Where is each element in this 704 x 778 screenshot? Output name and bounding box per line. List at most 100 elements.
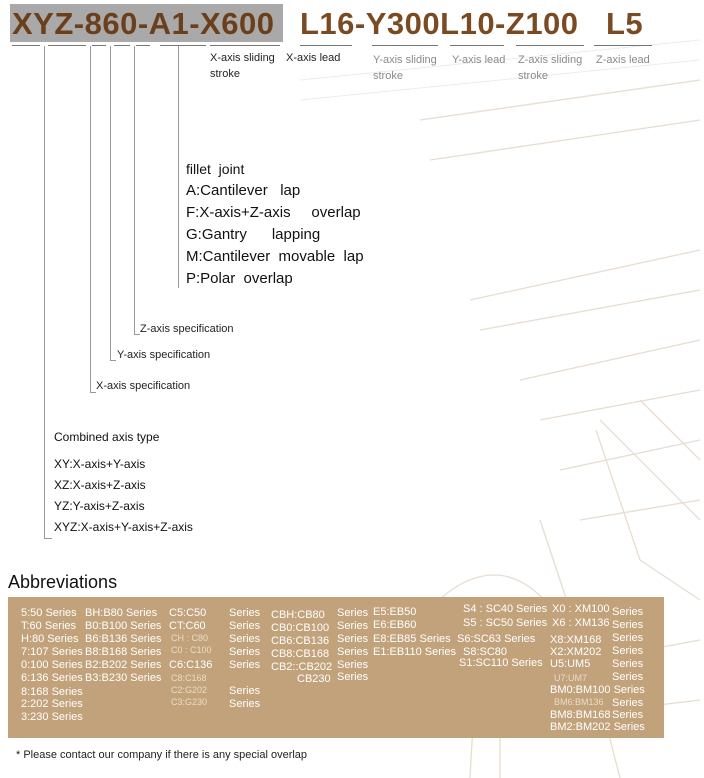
abbr-entry: S5 : SC50 — [463, 617, 514, 629]
abbr-entry: C3:G230 — [171, 697, 208, 707]
abbr-entry: X0 : XM100 — [552, 603, 610, 615]
abbr-series: Series — [612, 619, 644, 631]
abbr-entry: BM2:BM202 Series — [550, 721, 645, 733]
abbr-entry: CBH:CB80 — [271, 609, 325, 621]
leader-line-y-spec — [110, 360, 116, 361]
code-underline — [372, 45, 438, 46]
code-underline — [136, 45, 150, 46]
abbr-series: Series — [229, 685, 261, 697]
abbr-entry: 6:136 Series — [21, 672, 83, 684]
code-underline — [594, 45, 652, 46]
abbr-series: Series — [612, 606, 644, 618]
leader-line-joint — [178, 46, 179, 288]
abbr-series: Series — [229, 633, 261, 645]
code-underline — [300, 45, 352, 46]
abbr-series: Series — [516, 617, 548, 629]
abbr-series: Series — [337, 671, 369, 683]
abbr-series: Series — [612, 632, 644, 644]
abbr-entry: 5:50 Series — [21, 607, 77, 619]
joint-option: G:Gantry lapping — [186, 226, 321, 243]
code-underline — [180, 45, 206, 46]
caption-y-stroke: Y-axis sliding stroke — [373, 54, 437, 82]
abbr-entry: X6 : XM136 — [552, 617, 610, 629]
y-spec-label: Y-axis specification — [117, 349, 211, 361]
code-underline — [48, 45, 86, 46]
leader-line-combined — [44, 538, 52, 539]
abbr-entry: B0:B100 Series — [85, 620, 162, 632]
abbr-entry: S4 : SC40 — [463, 603, 514, 615]
abbr-entry: S6:SC63 Series — [457, 633, 536, 645]
abbr-series: Series — [612, 709, 644, 721]
combined-heading: Combined axis type — [54, 430, 160, 444]
code-underline — [114, 45, 130, 46]
abbr-entry: E1:EB110 Series — [373, 646, 456, 658]
abbr-series: Series — [229, 698, 261, 710]
abbr-entry: CB230 — [297, 673, 331, 685]
abbr-series: Series — [337, 620, 369, 632]
abbr-entry: BH:B80 Series — [85, 607, 158, 619]
x-spec-label: X-axis specification — [96, 380, 191, 392]
abbr-series: Series — [612, 658, 644, 670]
footnote: * Please contact our company if there is… — [16, 749, 308, 761]
caption-y-lead: Y-axis lead — [452, 54, 506, 66]
code-underline — [12, 45, 40, 46]
combined-item: XZ:X-axis+Z-axis — [54, 478, 146, 492]
abbr-entry: E5:EB50 — [373, 606, 417, 618]
z-spec-label: Z-axis specification — [140, 323, 234, 335]
abbr-entry: E6:EB60 — [373, 619, 417, 631]
abbr-entry: B8:B168 Series — [85, 646, 162, 658]
joint-option: F:X-axis+Z-axis overlap — [186, 204, 361, 221]
code-underline — [516, 45, 584, 46]
abbr-entry: C6:C136 — [169, 659, 213, 671]
abbr-entry: S1:SC110 Series — [459, 657, 543, 669]
abbr-entry: BM6:BM136 — [554, 697, 604, 707]
abbr-entry: U5:UM5 — [550, 658, 591, 670]
abbr-series: Series — [337, 607, 369, 619]
abbr-entry: 7:107 Series — [21, 646, 83, 658]
combined-item: XYZ:X-axis+Y-axis+Z-axis — [54, 520, 193, 534]
abbr-entry: E8:EB85 Series — [373, 633, 451, 645]
combined-axis-type: Combined axis type XY:X-axis+Y-axis XZ:X… — [54, 430, 193, 538]
abbr-series: Series — [229, 659, 261, 671]
abbr-series: Series — [337, 646, 369, 658]
abbr-entry: B6:B136 Series — [85, 633, 162, 645]
caption-x-stroke: X-axis sliding stroke — [210, 52, 275, 80]
abbr-series: Series — [337, 633, 369, 645]
leader-line-z-spec — [134, 46, 135, 334]
abbr-series: Series — [612, 645, 644, 657]
model-code-primary: XYZ-860-A1-X600 — [10, 4, 283, 42]
leader-line-combined — [44, 46, 45, 538]
model-code-z-lead: L5 — [606, 6, 644, 41]
abbreviations-table: 5:50 Series T:60 Series H:80 Series 7:10… — [8, 597, 664, 738]
caption-z-stroke: Z-axis sliding stroke — [518, 54, 583, 82]
abbr-entry: H:80 Series — [21, 633, 79, 645]
leader-line-x-spec — [90, 46, 91, 392]
code-underline — [450, 45, 504, 46]
combined-item: YZ:Y-axis+Z-axis — [54, 499, 145, 513]
joint-option: M:Cantilever movable lap — [186, 248, 364, 265]
joint-heading: fillet joint — [186, 161, 245, 177]
abbr-entry: B3:B230 Series — [85, 672, 162, 684]
abbr-series: Series — [229, 646, 261, 658]
abbr-series: Series — [516, 603, 548, 615]
abbr-entry: 3:230 Series — [21, 711, 83, 723]
abbr-entry: 2:202 Series — [21, 698, 83, 710]
abbreviations-title: Abbreviations — [8, 572, 118, 592]
abbr-entry: CB8:CB168 — [271, 648, 330, 660]
abbr-entry: CB0:CB100 — [271, 622, 330, 634]
joint-option: A:Cantilever lap — [186, 182, 301, 199]
model-code-lengths: L16-Y300L10-Z100 — [300, 6, 579, 41]
abbr-entry: C0 : C100 — [171, 645, 212, 655]
code-underline — [210, 45, 280, 46]
abbr-entry: CB6:CB136 — [271, 635, 330, 647]
abbr-series: Series — [229, 607, 261, 619]
abbr-entry: T:60 Series — [21, 620, 77, 632]
abbr-entry: C5:C50 — [169, 607, 207, 619]
code-underline — [92, 45, 106, 46]
abbr-series: Series — [229, 620, 261, 632]
abbr-entry: B2:B202 Series — [85, 659, 162, 671]
combined-item: XY:X-axis+Y-axis — [54, 457, 146, 471]
abbr-series: Series — [612, 671, 644, 683]
caption-z-lead: Z-axis lead — [596, 54, 650, 66]
caption-x-lead: X-axis lead — [286, 52, 341, 64]
